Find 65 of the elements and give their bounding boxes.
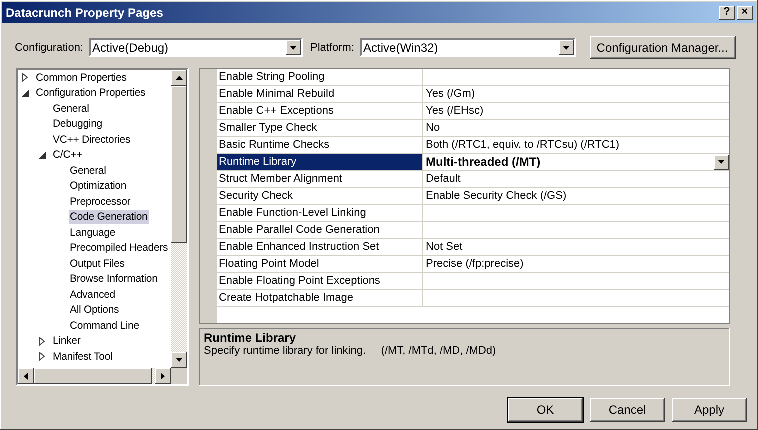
property-value: Multi-threaded (/MT)	[426, 155, 541, 169]
tree-item[interactable]: Common Properties	[35, 70, 128, 85]
property-name[interactable]: Enable C++ Exceptions	[217, 103, 423, 120]
property-value: Yes (/EHsc)	[426, 105, 484, 117]
expanded-triangle-icon[interactable]	[39, 152, 46, 159]
dialog-button[interactable]: OK	[508, 398, 583, 422]
property-name[interactable]: Enable Floating Point Exceptions	[217, 273, 423, 290]
description-text: Specify runtime library for linking. (/MT, /MTd, /MD, /MDd)	[204, 345, 498, 357]
property-value: Not Set	[426, 241, 463, 253]
configuration-manager-button[interactable]: Configuration Manager...	[590, 36, 736, 59]
scroll-down-arrow-icon[interactable]	[176, 358, 182, 362]
tree-item[interactable]: Manifest Tool	[52, 350, 114, 364]
property-name[interactable]: Create Hotpatchable Image	[217, 290, 423, 307]
tree-item[interactable]: VC++ Directories	[52, 132, 132, 147]
configuration-label: Configuration:	[15, 42, 84, 54]
tree-item[interactable]: Language	[69, 226, 117, 240]
tree-item[interactable]: Browse Information	[69, 272, 159, 286]
property-name[interactable]: Struct Member Alignment	[217, 171, 423, 188]
dialog-button[interactable]: Apply	[672, 398, 747, 422]
tree-item[interactable]: C/C++	[52, 148, 84, 162]
description-title: Runtime Library	[204, 331, 298, 345]
tree-item[interactable]: Configuration Properties	[35, 86, 147, 100]
collapsed-triangle-icon[interactable]	[39, 352, 45, 362]
property-name[interactable]: Security Check	[217, 188, 423, 205]
tree-item[interactable]: Code Generation	[69, 210, 149, 224]
platform-dropdown[interactable]: Active(Win32)	[360, 38, 576, 57]
tree-item[interactable]: Linker	[52, 334, 82, 348]
horizontal-scrollbar[interactable]	[18, 368, 171, 384]
property-name[interactable]: Enable Minimal Rebuild	[217, 86, 423, 103]
configuration-dropdown[interactable]: Active(Debug)	[88, 38, 302, 57]
tree-item[interactable]: Debugging	[52, 117, 104, 132]
tree-item[interactable]: Output Files	[69, 256, 126, 271]
tree-item[interactable]: General	[69, 164, 108, 178]
property-name[interactable]: Enable String Pooling	[217, 69, 423, 86]
scroll-right-arrow-icon[interactable]	[161, 372, 165, 380]
property-value: Enable Security Check (/GS)	[426, 190, 567, 202]
window-title: Datacrunch Property Pages	[6, 6, 164, 20]
property-name[interactable]: Enable Parallel Code Generation	[217, 222, 423, 239]
property-value: Precise (/fp:precise)	[426, 258, 524, 270]
tree-item[interactable]: Optimization	[69, 179, 128, 194]
tree-item[interactable]: Preprocessor	[69, 194, 132, 209]
property-value: Yes (/Gm)	[426, 88, 476, 100]
scroll-left-arrow-icon[interactable]	[24, 372, 28, 380]
dialog-button[interactable]: Cancel	[590, 398, 665, 422]
property-value: Both (/RTC1, equiv. to /RTCsu) (/RTC1)	[426, 139, 620, 151]
property-name[interactable]: Enable Function-Level Linking	[217, 205, 423, 222]
vertical-scrollbar[interactable]	[171, 70, 187, 368]
tree-item[interactable]: Command Line	[69, 318, 140, 333]
help-button[interactable]: ?	[719, 6, 735, 20]
property-name[interactable]: Enable Enhanced Instruction Set	[217, 239, 423, 256]
property-value: Default	[426, 173, 461, 185]
close-button[interactable]: ×	[737, 6, 753, 20]
tree-item[interactable]: General	[52, 102, 90, 116]
property-name[interactable]: Runtime Library	[217, 154, 423, 171]
tree-item[interactable]: Precompiled Headers	[69, 241, 170, 256]
property-name[interactable]: Smaller Type Check	[217, 120, 423, 137]
expanded-triangle-icon[interactable]	[22, 90, 29, 97]
property-name[interactable]: Floating Point Model	[217, 256, 423, 273]
tree-item[interactable]: Advanced	[69, 288, 117, 302]
collapsed-triangle-icon[interactable]	[39, 336, 45, 346]
platform-label: Platform:	[310, 42, 355, 54]
tree-item[interactable]: All Options	[69, 303, 120, 318]
scroll-up-arrow-icon[interactable]	[176, 76, 182, 80]
collapsed-triangle-icon[interactable]	[22, 73, 28, 82]
property-value: No	[426, 122, 440, 134]
